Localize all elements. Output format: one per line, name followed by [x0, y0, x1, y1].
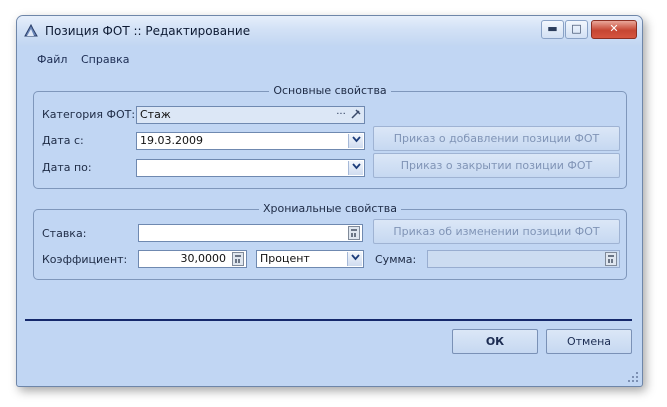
coefficient-label: Коэффициент:	[42, 253, 128, 266]
sum-label: Сумма:	[375, 253, 417, 266]
category-value: Стаж	[140, 108, 171, 121]
dropdown-arrow-icon[interactable]	[347, 252, 362, 266]
calculator-icon[interactable]	[348, 226, 360, 240]
clear-icon[interactable]	[349, 108, 363, 122]
close-button[interactable]: ✕	[591, 20, 637, 39]
app-icon	[24, 23, 38, 37]
category-field[interactable]: Стаж ···	[136, 106, 365, 124]
main-properties-legend: Основные свойства	[269, 84, 391, 97]
footer-separator	[25, 319, 632, 321]
date-from-field[interactable]: 19.03.2009	[136, 132, 365, 150]
dialog-window: Позиция ФОТ :: Редактирование ▬ □ ✕ Файл…	[16, 15, 643, 387]
rate-label: Ставка:	[42, 227, 87, 240]
resize-grip-icon[interactable]	[628, 372, 639, 383]
date-from-label: Дата с:	[42, 134, 84, 147]
category-label: Категория ФОТ:	[42, 108, 136, 121]
ok-button[interactable]: ОК	[452, 329, 538, 354]
dropdown-arrow-icon[interactable]	[348, 134, 363, 148]
add-order-button[interactable]: Приказ о добавлении позиции ФОТ	[373, 126, 620, 151]
sum-field	[427, 250, 620, 268]
date-from-value: 19.03.2009	[140, 134, 203, 147]
dropdown-arrow-icon[interactable]	[348, 161, 363, 175]
date-to-label: Дата по:	[42, 161, 92, 174]
main-properties-group: Основные свойства Категория ФОТ: Стаж ··…	[33, 84, 627, 189]
title-bar[interactable]: Позиция ФОТ :: Редактирование ▬ □ ✕	[17, 16, 642, 46]
calculator-icon	[605, 252, 617, 266]
window-title: Позиция ФОТ :: Редактирование	[45, 24, 251, 38]
chronicle-properties-group: Хрониальные свойства Ставка: Коэффициент…	[33, 202, 627, 280]
date-to-field[interactable]	[136, 159, 365, 177]
menu-file[interactable]: Файл	[37, 53, 67, 66]
cancel-button[interactable]: Отмена	[546, 329, 632, 354]
coefficient-value: 30,0000	[180, 252, 227, 265]
unit-select[interactable]: Процент	[256, 250, 364, 268]
change-order-button[interactable]: Приказ об изменении позиции ФОТ	[373, 219, 620, 244]
chronicle-properties-legend: Хрониальные свойства	[258, 202, 402, 215]
minimize-button[interactable]: ▬	[541, 20, 564, 39]
rate-field[interactable]	[138, 224, 363, 242]
unit-value: Процент	[260, 252, 310, 265]
ellipsis-icon[interactable]: ···	[334, 108, 348, 122]
maximize-button[interactable]: □	[565, 20, 588, 39]
coefficient-field[interactable]: 30,0000	[138, 250, 247, 268]
close-order-button[interactable]: Приказ о закрытии позиции ФОТ	[373, 153, 620, 178]
menu-help[interactable]: Справка	[81, 53, 129, 66]
calculator-icon[interactable]	[232, 252, 244, 266]
